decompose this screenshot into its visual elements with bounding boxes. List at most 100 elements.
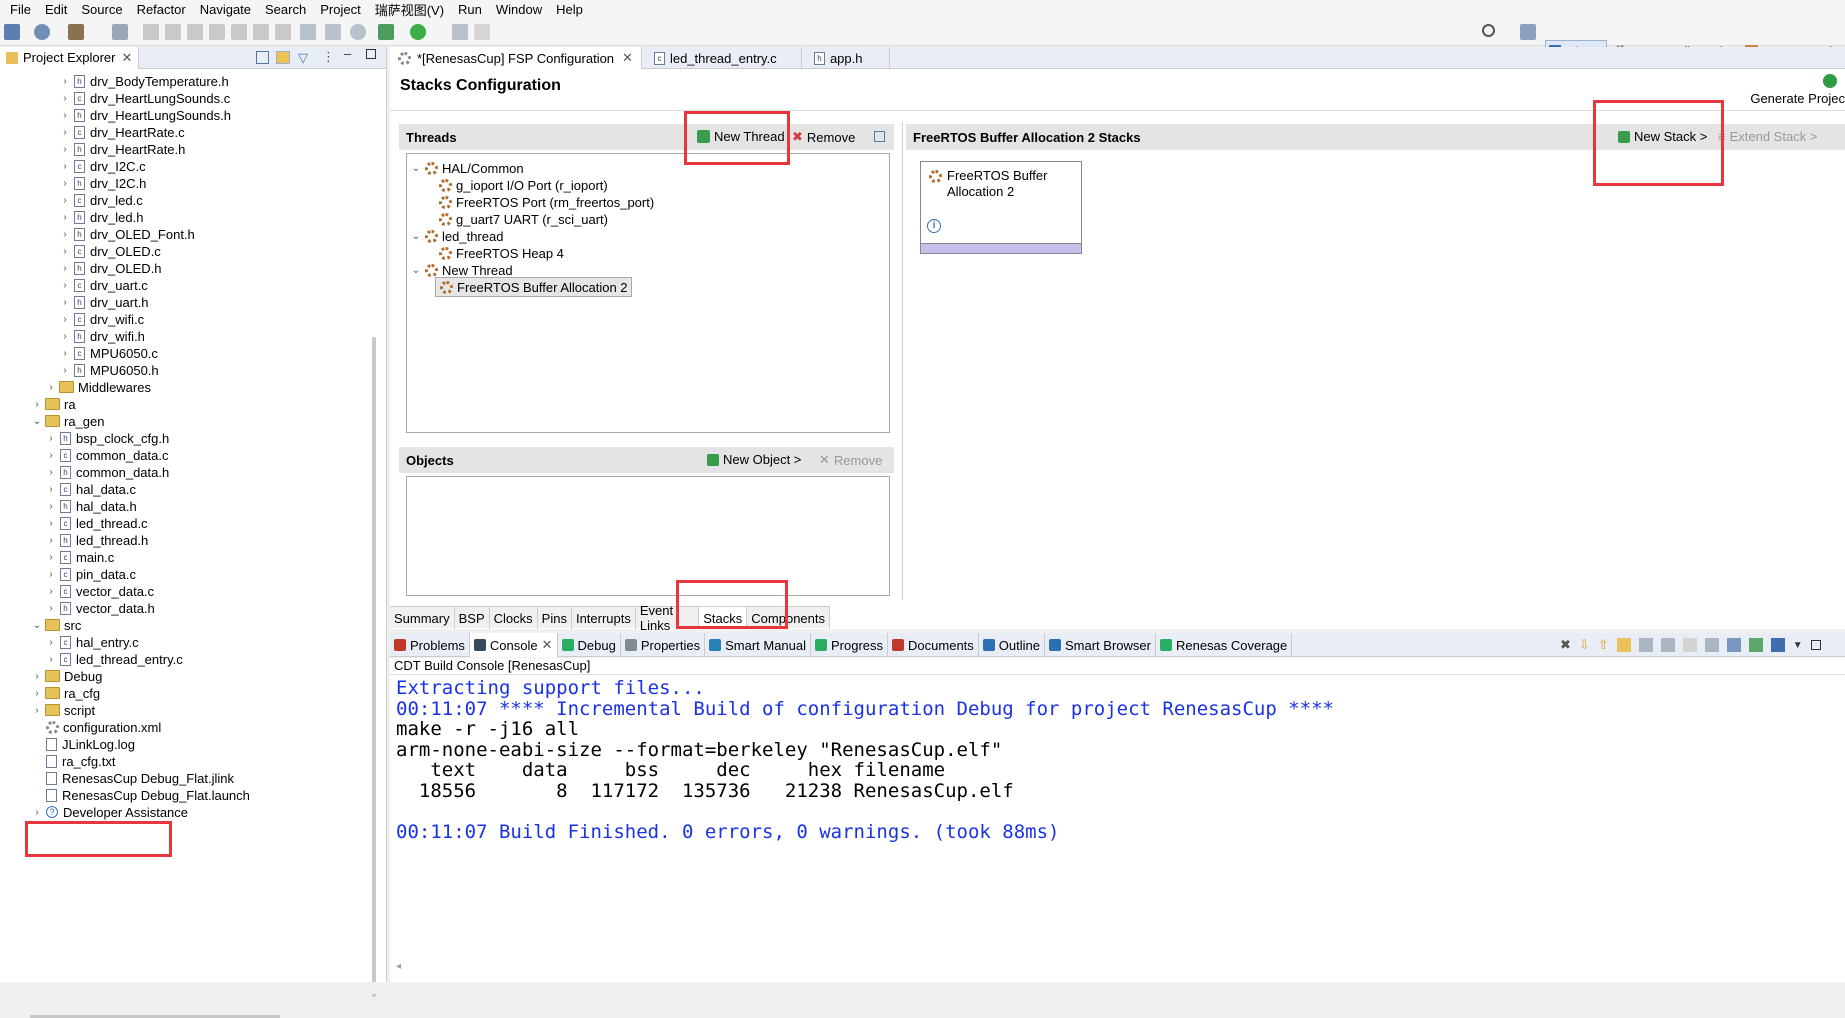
chevron-icon[interactable]: ›: [60, 127, 70, 138]
terminate-icon[interactable]: [187, 24, 203, 40]
display-console-icon[interactable]: [1726, 638, 1741, 652]
chevron-icon[interactable]: ⌄: [32, 416, 42, 427]
view-tab-renesas-coverage[interactable]: Renesas Coverage: [1156, 633, 1293, 657]
tab-app-h[interactable]: h app.h: [802, 47, 890, 69]
disconnect-icon[interactable]: [209, 24, 225, 40]
view-tab-problems[interactable]: Problems: [390, 633, 470, 657]
close-icon[interactable]: ✕: [121, 50, 132, 66]
extend-stack-button[interactable]: ≡ Extend Stack >: [1718, 129, 1817, 144]
new-object-button[interactable]: New Object >: [707, 452, 801, 467]
project-tree-scrollbar[interactable]: [372, 337, 376, 997]
menu-item-1[interactable]: Edit: [38, 2, 74, 17]
close-icon[interactable]: ✕: [542, 637, 553, 653]
tab-fsp-configuration[interactable]: *[RenesasCup] FSP Configuration ✕: [390, 47, 642, 69]
chevron-icon[interactable]: ›: [32, 399, 42, 410]
chevron-icon[interactable]: ›: [60, 93, 70, 104]
chevron-icon[interactable]: ›: [46, 535, 56, 546]
chevron-icon[interactable]: ›: [46, 637, 56, 648]
chevron-icon[interactable]: ›: [46, 552, 56, 563]
scroll-lock-icon[interactable]: [1638, 638, 1653, 652]
view-tab-smart-manual[interactable]: Smart Manual: [705, 633, 812, 657]
debug-config-icon[interactable]: [112, 24, 128, 40]
chevron-icon[interactable]: ›: [60, 348, 70, 359]
maximize-icon[interactable]: [366, 49, 376, 59]
drop-frame-icon[interactable]: [300, 24, 316, 40]
chevron-icon[interactable]: ›: [32, 688, 42, 699]
run-icon[interactable]: [410, 24, 426, 40]
thread-tree-item[interactable]: FreeRTOS Buffer Allocation 2: [435, 277, 632, 297]
arrow-down-icon[interactable]: ⇩: [1579, 637, 1590, 653]
console-hscrollbar[interactable]: ◂: [396, 961, 401, 972]
chevron-icon[interactable]: ›: [60, 161, 70, 172]
menu-item-4[interactable]: Navigate: [193, 2, 258, 17]
view-tab-console[interactable]: Console ✕: [469, 633, 558, 657]
view-tab-outline[interactable]: Outline: [979, 633, 1045, 657]
menu-item-5[interactable]: Search: [258, 2, 313, 17]
minimize-view-icon[interactable]: [1810, 640, 1821, 650]
chevron-icon[interactable]: ›: [60, 110, 70, 121]
pin-icon[interactable]: [1682, 638, 1697, 652]
filter-icon[interactable]: ▽: [298, 50, 308, 66]
menu-item-7[interactable]: 瑞萨视图(V): [368, 0, 451, 19]
minimize-icon[interactable]: –: [344, 46, 351, 61]
link-editor-icon[interactable]: [276, 51, 290, 64]
close-icon[interactable]: ✕: [622, 50, 633, 66]
tab-clocks[interactable]: Clocks: [490, 607, 538, 629]
chevron-icon[interactable]: ›: [46, 433, 56, 444]
tab-summary[interactable]: Summary: [390, 607, 455, 629]
monitor-icon[interactable]: [1770, 638, 1785, 652]
menu-item-6[interactable]: Project: [313, 2, 367, 17]
collapse-icon[interactable]: [874, 131, 885, 142]
chevron-icon[interactable]: ›: [46, 518, 56, 529]
chevron-icon[interactable]: ›: [46, 450, 56, 461]
chevron-icon[interactable]: ›: [46, 467, 56, 478]
chevron-icon[interactable]: ⌄: [32, 620, 42, 631]
step-over-icon[interactable]: [253, 24, 269, 40]
view-tab-properties[interactable]: Properties: [621, 633, 706, 657]
tab-project-explorer[interactable]: Project Explorer ✕: [0, 46, 140, 69]
open-console-icon[interactable]: [1748, 638, 1763, 652]
info-icon[interactable]: i: [927, 219, 941, 233]
chevron-icon[interactable]: ›: [60, 263, 70, 274]
generate-icon[interactable]: [1823, 74, 1837, 88]
view-tab-documents[interactable]: Documents: [888, 633, 979, 657]
tab-bsp[interactable]: BSP: [455, 607, 490, 629]
chevron-icon[interactable]: ›: [60, 229, 70, 240]
chevron-icon[interactable]: ›: [46, 586, 56, 597]
word-wrap-icon[interactable]: [1660, 638, 1675, 652]
chevron-icon[interactable]: ›: [60, 331, 70, 342]
chevron-icon[interactable]: ›: [60, 76, 70, 87]
view-menu-icon[interactable]: ⋮: [322, 49, 335, 65]
chevron-icon[interactable]: ›: [46, 603, 56, 614]
stack-module-card[interactable]: FreeRTOS Buffer Allocation 2 i: [920, 161, 1082, 254]
tab-pins[interactable]: Pins: [538, 607, 572, 629]
menu-item-2[interactable]: Source: [74, 2, 129, 17]
open-perspective-icon[interactable]: [1520, 24, 1536, 40]
remove-thread-button[interactable]: ✖ Remove: [792, 129, 855, 145]
chevron-icon[interactable]: ›: [32, 705, 42, 716]
arrow-up-icon[interactable]: ⇧: [1598, 637, 1609, 653]
menu-item-3[interactable]: Refactor: [130, 2, 193, 17]
chevron-icon[interactable]: ›: [60, 144, 70, 155]
chevron-icon[interactable]: ›: [60, 280, 70, 291]
external-tools-icon[interactable]: [452, 24, 468, 40]
chevron-icon[interactable]: ›: [46, 484, 56, 495]
tab-led-thread-entry[interactable]: c led_thread_entry.c: [642, 47, 802, 69]
tab-interrupts[interactable]: Interrupts: [572, 607, 636, 629]
view-tab-smart-browser[interactable]: Smart Browser: [1045, 633, 1156, 657]
chevron-down-icon[interactable]: ⌄: [411, 231, 421, 242]
build-icon[interactable]: [68, 24, 84, 40]
chevron-icon[interactable]: ›: [46, 569, 56, 580]
menu-item-10[interactable]: Help: [549, 2, 590, 17]
clear-console-icon[interactable]: ✖: [1560, 637, 1571, 653]
chevron-icon[interactable]: ›: [46, 382, 56, 393]
chevron-icon[interactable]: ›: [46, 654, 56, 665]
chevron-icon[interactable]: ›: [60, 365, 70, 376]
chevron-down-icon[interactable]: ⌄: [411, 265, 421, 276]
link-icon[interactable]: [1616, 638, 1631, 652]
instruction-step-icon[interactable]: [325, 24, 341, 40]
menu-item-9[interactable]: Window: [489, 2, 549, 17]
chevron-icon[interactable]: ›: [60, 178, 70, 189]
debug-icon[interactable]: [378, 24, 394, 40]
chevron-icon[interactable]: ›: [60, 297, 70, 308]
